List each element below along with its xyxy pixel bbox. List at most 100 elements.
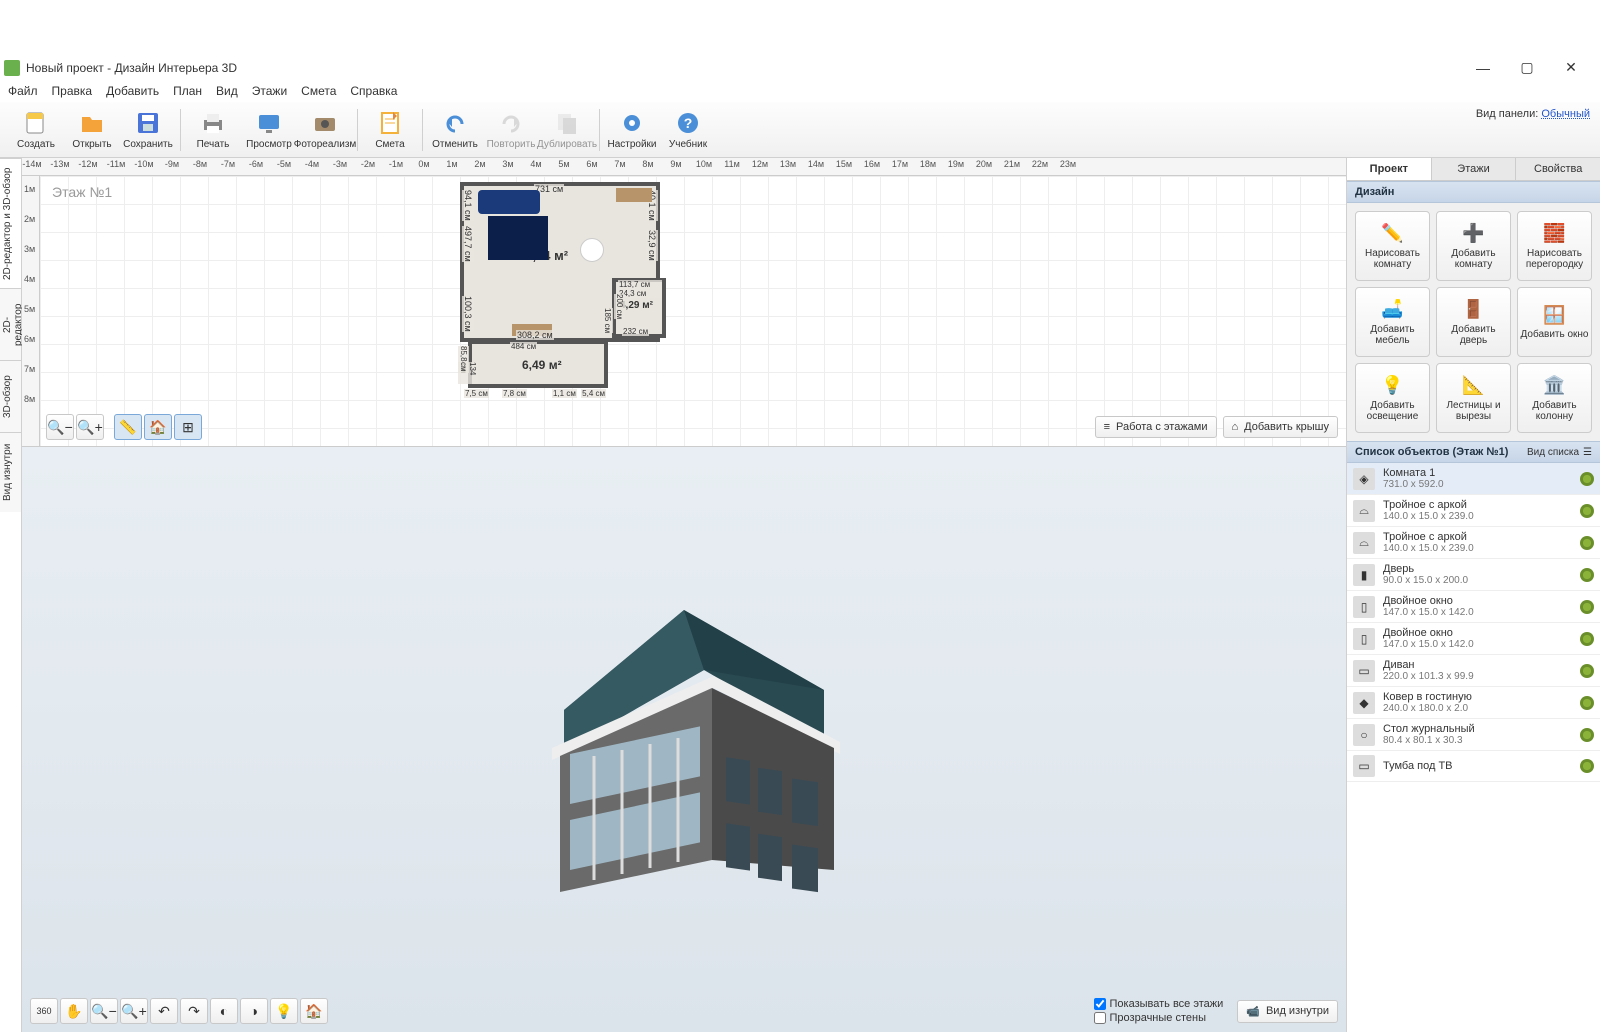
menu-4[interactable]: Вид [216,84,238,98]
panel-mode: Вид панели: Обычный [1476,108,1590,120]
toolbar-print[interactable]: Печать [185,107,241,152]
view3d-tool-home[interactable]: 🏠 [300,998,328,1024]
plan-tool-home[interactable]: 🏠 [144,414,172,440]
view3d-tool-lasso-l[interactable]: ◐ [210,998,238,1024]
visibility-toggle[interactable] [1580,568,1594,582]
obj-item-4[interactable]: ▯Двойное окно147.0 x 15.0 x 142.0 [1347,591,1600,623]
toolbar-note[interactable]: Смета [362,107,418,152]
left-tab-3[interactable]: Вид изнутри [0,432,21,512]
plan-rug[interactable] [488,216,548,260]
toolbar-gear[interactable]: Настройки [604,107,660,152]
obj-icon: ▭ [1353,660,1375,682]
menu-3[interactable]: План [173,84,202,98]
view3d-tool-zoom-in[interactable]: 🔍+ [120,998,148,1024]
obj-item-9[interactable]: ▭Тумба под ТВ [1347,751,1600,782]
design-btn-5[interactable]: 🪟Добавить окно [1517,287,1592,357]
view3d-tool-hand[interactable]: ✋ [60,998,88,1024]
left-tab-0[interactable]: 2D-редактор и 3D-обзор [0,158,21,288]
visibility-toggle[interactable] [1580,728,1594,742]
toolbar-help[interactable]: ?Учебник [660,107,716,152]
design-btn-0[interactable]: ✏️Нарисовать комнату [1355,211,1430,281]
plan-sofa[interactable] [478,190,540,214]
toolbar-screen[interactable]: Просмотр [241,107,297,152]
design-btn-6[interactable]: 💡Добавить освещение [1355,363,1430,433]
rp-tab-2[interactable]: Свойства [1516,158,1600,180]
toolbar-redo: Повторить [483,107,539,152]
design-btn-1[interactable]: ➕Добавить комнату [1436,211,1511,281]
plan-room-small-right[interactable]: 4,29 м² 113,7 см 24,3 см 200 см 185 см 2… [612,278,666,338]
view3d-check-0[interactable]: Показывать все этажи [1094,998,1224,1010]
panel-mode-link[interactable]: Обычный [1541,108,1590,120]
window-maximize[interactable]: ▢ [1514,58,1540,78]
visibility-toggle[interactable] [1580,664,1594,678]
view3d-tool-orbit-l[interactable]: ↶ [150,998,178,1024]
view3d-tool-zoom-out[interactable]: 🔍− [90,998,118,1024]
object-list[interactable]: ◈Комната 1731.0 x 592.0⌓Тройное с аркой1… [1347,463,1600,1032]
window-minimize[interactable]: — [1470,58,1496,78]
visibility-toggle[interactable] [1580,632,1594,646]
obj-item-0[interactable]: ◈Комната 1731.0 x 592.0 [1347,463,1600,495]
view-3d[interactable]: 360✋🔍−🔍+↶↷◐◑💡🏠 Показывать все этажи Прозр… [22,446,1346,1032]
visibility-toggle[interactable] [1580,536,1594,550]
obj-item-3[interactable]: ▮Дверь90.0 x 15.0 x 200.0 [1347,559,1600,591]
plan-tool-zoom-out[interactable]: 🔍− [46,414,74,440]
toolbar-camera[interactable]: Фотореализм [297,107,353,152]
design-btn-7[interactable]: 📐Лестницы и вырезы [1436,363,1511,433]
menu-7[interactable]: Справка [350,84,397,98]
left-tab-2[interactable]: 3D-обзор [0,360,21,432]
obj-item-7[interactable]: ◆Ковер в гостиную240.0 x 180.0 x 2.0 [1347,687,1600,719]
visibility-toggle[interactable] [1580,759,1594,773]
left-tab-1[interactable]: 2D-редактор [0,288,21,360]
redo-icon [497,109,525,137]
menu-1[interactable]: Правка [52,84,93,98]
view3d-tool-bulb[interactable]: 💡 [270,998,298,1024]
menu-2[interactable]: Добавить [106,84,159,98]
obj-item-5[interactable]: ▯Двойное окно147.0 x 15.0 x 142.0 [1347,623,1600,655]
plan-cabinet-1[interactable] [616,188,652,202]
design-btn-2[interactable]: 🧱Нарисовать перегородку [1517,211,1592,281]
plan-tool-grid[interactable]: ⊞ [174,414,202,440]
visibility-toggle[interactable] [1580,504,1594,518]
design-btn-4[interactable]: 🚪Добавить дверь [1436,287,1511,357]
rp-tab-1[interactable]: Этажи [1432,158,1517,180]
add-roof-button[interactable]: ⌂Добавить крышу [1223,416,1339,438]
list-icon: ☰ [1583,447,1592,458]
rp-tab-0[interactable]: Проект [1347,158,1432,180]
objlist-viewmode[interactable]: Вид списка☰ [1527,447,1592,458]
plan-table[interactable] [580,238,604,262]
plan-2d-view[interactable]: Этаж №1 731 см 94,1 см 497,7 см 100,3 см… [40,176,1346,446]
obj-item-8[interactable]: ○Стол журнальный80.4 x 80.1 x 30.3 [1347,719,1600,751]
svg-text:?: ? [684,115,693,131]
obj-item-1[interactable]: ⌓Тройное с аркой140.0 x 15.0 x 239.0 [1347,495,1600,527]
view3d-check-1[interactable]: Прозрачные стены [1094,1012,1224,1024]
view-inside-button[interactable]: 📹Вид изнутри [1237,1000,1338,1023]
visibility-toggle[interactable] [1580,600,1594,614]
plan-room-bottom[interactable]: 6,49 м² 484 см 85,8 см 134 см 7,5 см 7,8… [468,340,608,388]
floors-button[interactable]: ≡Работа с этажами [1095,416,1217,438]
toolbar-undo[interactable]: Отменить [427,107,483,152]
design-btn-3[interactable]: 🛋️Добавить мебель [1355,287,1430,357]
visibility-toggle[interactable] [1580,472,1594,486]
plan-tool-ruler[interactable]: 📏 [114,414,142,440]
design-icon-5: 🪟 [1543,303,1567,327]
menu-5[interactable]: Этажи [252,84,287,98]
plan-tool-zoom-in[interactable]: 🔍+ [76,414,104,440]
toolbar-folder[interactable]: Открыть [64,107,120,152]
ruler-vertical: 1м2м3м4м5м6м7м8м [22,176,40,446]
view3d-tool-lasso-r[interactable]: ◑ [240,998,268,1024]
ruler-horizontal: -14м-13м-12м-11м-10м-9м-8м-7м-6м-5м-4м-3… [22,158,1346,176]
toolbar-save[interactable]: Сохранить [120,107,176,152]
design-btn-8[interactable]: 🏛️Добавить колонну [1517,363,1592,433]
view3d-tool-rotate360[interactable]: 360 [30,998,58,1024]
view3d-tool-orbit-r[interactable]: ↷ [180,998,208,1024]
menu-6[interactable]: Смета [301,84,336,98]
left-vertical-tabs: 2D-редактор и 3D-обзор2D-редактор3D-обзо… [0,158,22,1032]
obj-item-6[interactable]: ▭Диван220.0 x 101.3 x 99.9 [1347,655,1600,687]
window-close[interactable]: ✕ [1558,58,1584,78]
menu-0[interactable]: Файл [8,84,38,98]
dim-bl: 7,5 см [464,389,489,398]
house-3d-model[interactable] [504,580,864,900]
visibility-toggle[interactable] [1580,696,1594,710]
toolbar-file[interactable]: Создать [8,107,64,152]
obj-item-2[interactable]: ⌓Тройное с аркой140.0 x 15.0 x 239.0 [1347,527,1600,559]
